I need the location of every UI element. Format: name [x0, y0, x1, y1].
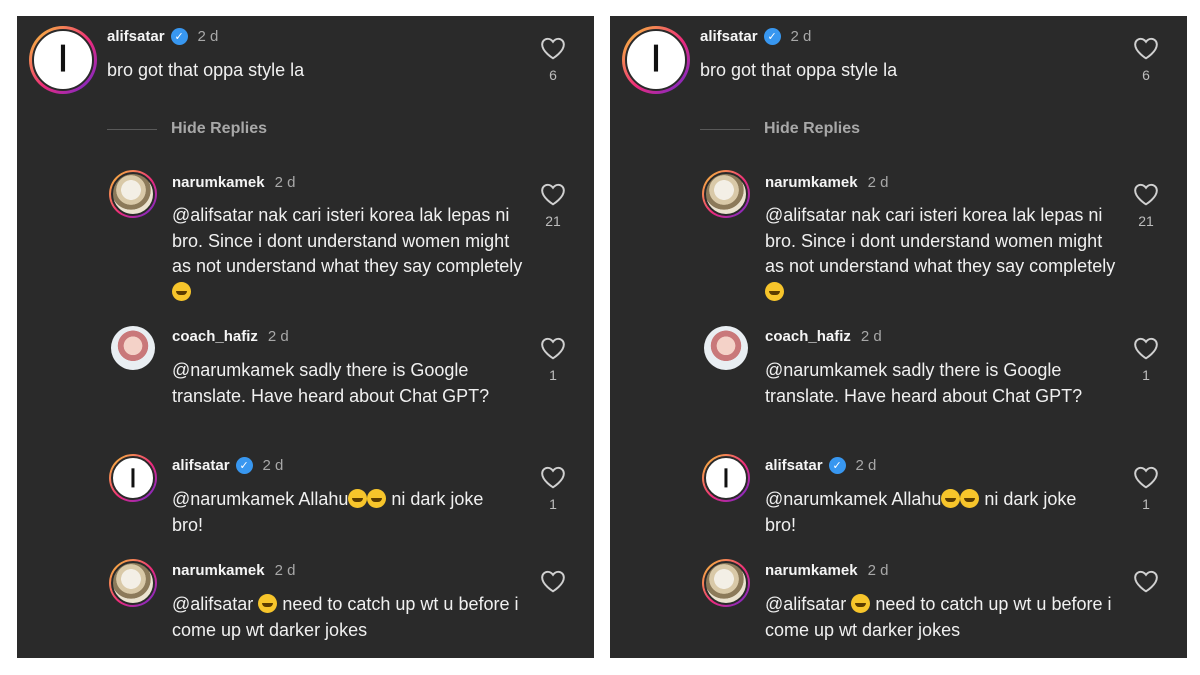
- comment-text: @narumkamek Allahu ni dark joke bro!: [172, 489, 484, 535]
- comment-text: @alifsatar need to catch up wt u before …: [172, 594, 519, 640]
- heart-outline-icon: [1134, 337, 1158, 360]
- like-button[interactable]: 6: [1131, 36, 1161, 83]
- comment-text: @narumkamek Allahu ni dark joke bro!: [765, 489, 1077, 535]
- hide-replies-button[interactable]: Hide Replies: [700, 120, 860, 138]
- comment-username[interactable]: alifsatar ✓ 2 d: [700, 28, 811, 45]
- avatar[interactable]: [702, 559, 750, 607]
- avatar[interactable]: ا: [702, 454, 750, 502]
- heart-outline-icon: [1134, 466, 1158, 489]
- avatar[interactable]: ا: [109, 454, 157, 502]
- like-count: 1: [1142, 367, 1150, 383]
- grinning-sweat-emoji-icon: [367, 489, 387, 508]
- comment-timestamp: 2 d: [867, 174, 889, 191]
- heart-outline-icon: [541, 337, 565, 360]
- heart-outline-icon: [541, 37, 565, 60]
- like-button[interactable]: 1: [538, 336, 568, 383]
- heart-outline-icon: [541, 570, 565, 593]
- avatar[interactable]: [109, 559, 157, 607]
- like-count: 1: [549, 496, 557, 512]
- avatar[interactable]: [704, 326, 748, 370]
- grinning-sweat-emoji-icon: [258, 594, 278, 613]
- comment-timestamp: 2 d: [197, 28, 219, 45]
- grinning-sweat-emoji-icon: [851, 594, 871, 613]
- like-button[interactable]: [1131, 569, 1161, 600]
- comments-panel-left: ا alifsatar ✓ 2 d bro got that oppa styl…: [17, 16, 594, 658]
- comment-username[interactable]: narumkamek 2 d: [172, 562, 295, 579]
- comment-username[interactable]: alifsatar ✓ 2 d: [172, 457, 283, 474]
- like-count: 6: [549, 67, 557, 83]
- like-count: 21: [545, 213, 561, 229]
- thinking-face-emoji-icon: [765, 281, 784, 301]
- avatar[interactable]: ا: [29, 26, 97, 94]
- like-count: 6: [1142, 67, 1150, 83]
- comment-username[interactable]: narumkamek 2 d: [172, 174, 295, 191]
- like-button[interactable]: 21: [538, 182, 568, 229]
- comment-username[interactable]: narumkamek 2 d: [765, 174, 888, 191]
- comment-text: @alifsatar need to catch up wt u before …: [765, 594, 1112, 640]
- verified-badge-icon: ✓: [170, 28, 188, 45]
- heart-outline-icon: [541, 183, 565, 206]
- comment-timestamp: 2 d: [790, 28, 812, 45]
- avatar[interactable]: ا: [622, 26, 690, 94]
- divider: [107, 128, 157, 130]
- heart-outline-icon: [1134, 37, 1158, 60]
- like-button[interactable]: 1: [1131, 465, 1161, 512]
- verified-badge-icon: ✓: [763, 28, 781, 45]
- comment-text: bro got that oppa style la: [700, 60, 898, 80]
- avatar[interactable]: [111, 326, 155, 370]
- comment-username[interactable]: alifsatar ✓ 2 d: [765, 457, 876, 474]
- verified-badge-icon: ✓: [828, 457, 846, 474]
- like-count: 1: [549, 367, 557, 383]
- comment-text: bro got that oppa style la: [107, 60, 305, 80]
- like-button[interactable]: 6: [538, 36, 568, 83]
- comment-username[interactable]: coach_hafiz 2 d: [172, 328, 289, 345]
- comment-username[interactable]: narumkamek 2 d: [765, 562, 888, 579]
- avatar[interactable]: [109, 170, 157, 218]
- like-button[interactable]: 21: [1131, 182, 1161, 229]
- comment-timestamp: 2 d: [274, 174, 296, 191]
- comment-text: @alifsatar nak cari isteri korea lak lep…: [172, 203, 532, 305]
- like-button[interactable]: [538, 569, 568, 600]
- heart-outline-icon: [541, 466, 565, 489]
- divider: [700, 128, 750, 130]
- thinking-face-emoji-icon: [172, 281, 191, 301]
- comment-timestamp: 2 d: [860, 328, 882, 345]
- avatar[interactable]: [702, 170, 750, 218]
- like-count: 21: [1138, 213, 1154, 229]
- like-count: 1: [1142, 496, 1150, 512]
- comments-panel-right: ا alifsatar ✓ 2 d bro got that oppa styl…: [610, 16, 1187, 658]
- heart-outline-icon: [1134, 570, 1158, 593]
- comment-text: @narumkamek sadly there is Google transl…: [765, 360, 1083, 406]
- like-button[interactable]: 1: [1131, 336, 1161, 383]
- comment-timestamp: 2 d: [274, 562, 296, 579]
- verified-badge-icon: ✓: [235, 457, 253, 474]
- comment-username[interactable]: alifsatar ✓ 2 d: [107, 28, 218, 45]
- comment-text: @alifsatar nak cari isteri korea lak lep…: [765, 203, 1125, 305]
- hide-replies-button[interactable]: Hide Replies: [107, 120, 267, 138]
- heart-outline-icon: [1134, 183, 1158, 206]
- grinning-sweat-emoji-icon: [348, 489, 368, 508]
- grinning-sweat-emoji-icon: [941, 489, 961, 508]
- comment-timestamp: 2 d: [867, 562, 889, 579]
- comment-timestamp: 2 d: [267, 328, 289, 345]
- comment-text: @narumkamek sadly there is Google transl…: [172, 360, 490, 406]
- comment-username[interactable]: coach_hafiz 2 d: [765, 328, 882, 345]
- grinning-sweat-emoji-icon: [960, 489, 980, 508]
- like-button[interactable]: 1: [538, 465, 568, 512]
- comment-timestamp: 2 d: [262, 457, 284, 474]
- comment-timestamp: 2 d: [855, 457, 877, 474]
